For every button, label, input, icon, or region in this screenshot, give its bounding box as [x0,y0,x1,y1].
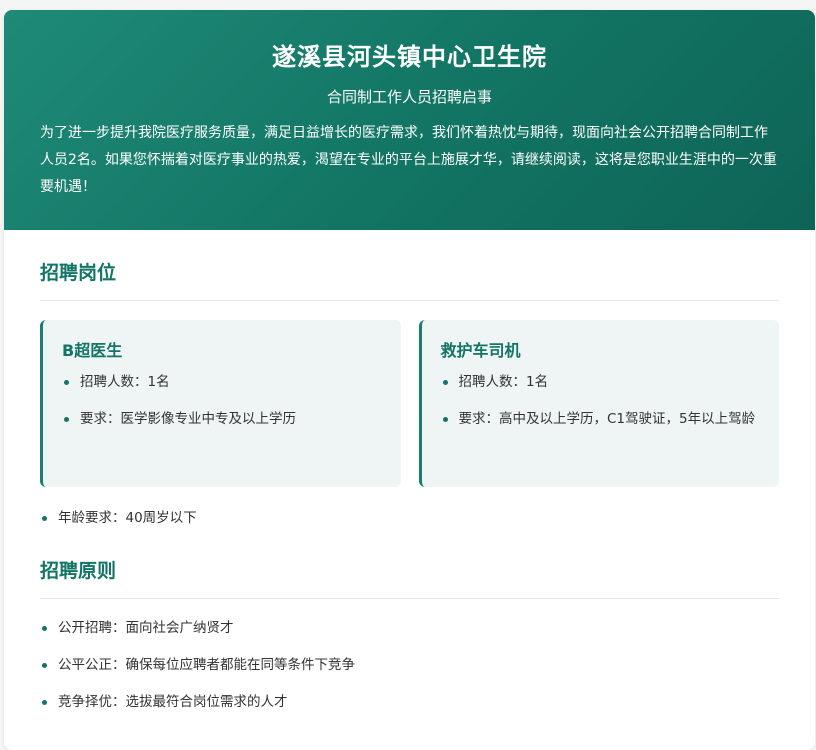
header-banner: 遂溪县河头镇中心卫生院 合同制工作人员招聘启事 为了进一步提升我院医疗服务质量，… [4,10,815,230]
intro-paragraph: 为了进一步提升我院医疗服务质量，满足日益增长的医疗需求，我们怀着热忱与期待，现面… [40,125,777,195]
page-subtitle: 合同制工作人员招聘启事 [326,88,492,106]
age-requirement-list: 年龄要求：40周岁以下 [40,506,779,530]
position-card-ambulance-driver: 救护车司机 招聘人数：1名 要求：高中及以上学历，C1驾驶证，5年以上驾龄 [418,320,779,487]
recruitment-notice-card: 遂溪县河头镇中心卫生院 合同制工作人员招聘启事 为了进一步提升我院医疗服务质量，… [4,10,815,750]
position-card-ultrasound-doctor: B超医生 招聘人数：1名 要求：医学影像专业中专及以上学历 [40,320,401,487]
page-title: 遂溪县河头镇中心卫生院 [272,43,547,71]
age-requirement: 年龄要求：40周岁以下 [40,506,779,530]
list-item: 招聘人数：1名 [62,370,381,394]
positions-section-title: 招聘岗位 [40,258,779,301]
principles-list: 公开招聘：面向社会广纳贤才 公平公正：确保每位应聘者都能在同等条件下竞争 竞争择… [40,616,779,714]
list-item: 公平公正：确保每位应聘者都能在同等条件下竞争 [40,653,779,677]
list-item: 要求：高中及以上学历，C1驾驶证，5年以上驾龄 [441,407,760,431]
position-title: 救护车司机 [440,341,521,360]
list-item: 招聘人数：1名 [441,370,760,394]
list-item: 要求：医学影像专业中专及以上学历 [62,407,381,431]
position-requirements-list: 招聘人数：1名 要求：医学影像专业中专及以上学历 [62,370,381,431]
position-cards: B超医生 招聘人数：1名 要求：医学影像专业中专及以上学历 救护车司机 招聘人数… [40,320,779,487]
principles-section-title: 招聘原则 [40,556,779,599]
list-item: 公开招聘：面向社会广纳贤才 [40,616,779,640]
list-item: 竞争择优：选拔最符合岗位需求的人才 [40,690,779,714]
position-requirements-list: 招聘人数：1名 要求：高中及以上学历，C1驾驶证，5年以上驾龄 [441,370,760,431]
position-title: B超医生 [62,341,123,360]
main-content: 招聘岗位 B超医生 招聘人数：1名 要求：医学影像专业中专及以上学历 救护车司机… [4,230,815,714]
